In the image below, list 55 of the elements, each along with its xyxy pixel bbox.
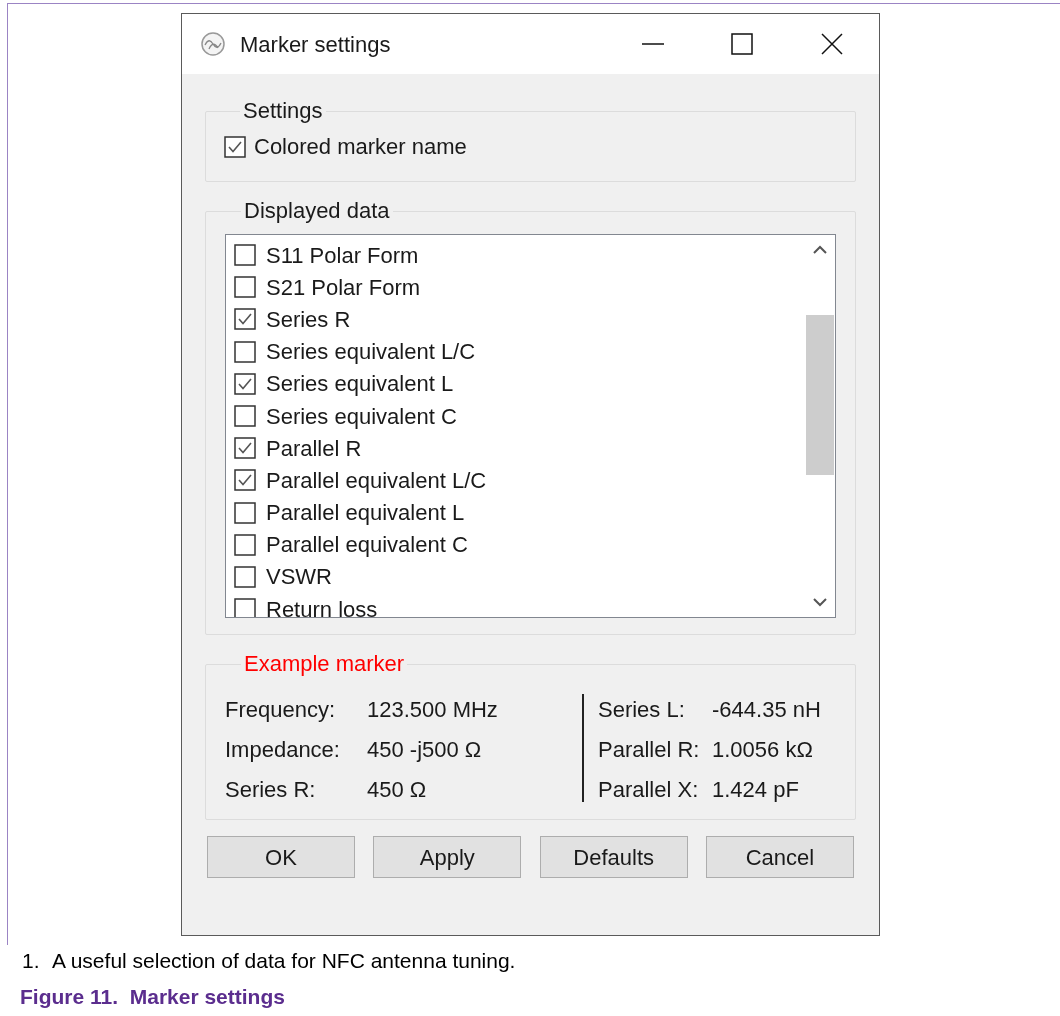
checked-checkbox[interactable] [234,469,256,492]
window-title: Marker settings [240,30,391,59]
list-item-label[interactable]: Series equivalent L [266,367,454,401]
field-value: 1.0056 kΩ [712,735,813,764]
footnote-number: 1. [22,948,41,974]
list-item-label[interactable]: Parallel equivalent L/C [266,463,487,497]
group-title: Settings [242,98,324,124]
checked-checkbox[interactable] [234,372,256,395]
field-value: 123.500 MHz [367,695,498,724]
dialog-button[interactable]: OK [207,836,355,878]
footnote-text: A useful selection of data for NFC antenna tuning. [52,948,516,974]
checkbox[interactable] [234,244,256,267]
dialog-button[interactable]: Apply [373,836,522,878]
checkbox[interactable] [234,565,256,588]
field-label: Parallel R: [598,735,701,764]
field-value: 450 -j500 Ω [367,735,482,764]
list-item-label[interactable]: S11 Polar Form [266,238,419,272]
field-value: 1.424 pF [712,775,799,804]
field-label: Parallel X: [598,775,700,804]
list-item-label[interactable]: Series equivalent C [266,399,457,433]
checkbox[interactable] [234,340,256,363]
close-icon[interactable] [821,33,843,55]
field-label: Frequency: [225,695,337,724]
group-title: Example marker [243,651,406,677]
list-item-label[interactable]: Series R [266,302,351,336]
scroll-up-icon[interactable] [813,245,827,255]
checkbox[interactable] [234,276,256,299]
checkbox[interactable] [234,533,256,556]
field-label: Series R: [225,775,317,804]
dialog-button[interactable]: Defaults [539,836,688,878]
list-item-label[interactable]: S21 Polar Form [266,270,421,304]
list-item-label[interactable]: Series equivalent L/C [266,335,476,369]
checkbox-label[interactable]: Colored marker name [254,130,467,163]
field-value: -644.35 nH [712,695,821,724]
checkbox[interactable] [234,501,256,524]
list-item-label[interactable]: Return loss [266,592,378,617]
field-label: Series L: [598,695,686,724]
scrollbar-thumb[interactable] [806,315,834,475]
group-title: Displayed data [243,198,391,224]
maximize-icon[interactable] [731,33,753,55]
checked-checkbox[interactable] [234,308,256,331]
dialog-button[interactable]: Cancel [706,836,854,878]
list-item-label[interactable]: Parallel equivalent C [266,528,468,562]
checked-checkbox[interactable] [224,135,246,158]
checkbox[interactable] [234,598,256,617]
list-item-label[interactable]: Parallel R [266,431,362,465]
list-item-label[interactable]: Parallel equivalent L [266,496,465,530]
checkbox[interactable] [234,405,256,428]
field-label: Impedance: [225,735,341,764]
list-item-label[interactable]: VSWR [266,560,332,594]
scroll-down-icon[interactable] [813,597,827,607]
app-icon [200,31,226,57]
figure-caption: Figure 11. Marker settings [20,984,285,1010]
checked-checkbox[interactable] [234,437,256,460]
field-value: 450 Ω [367,775,427,804]
